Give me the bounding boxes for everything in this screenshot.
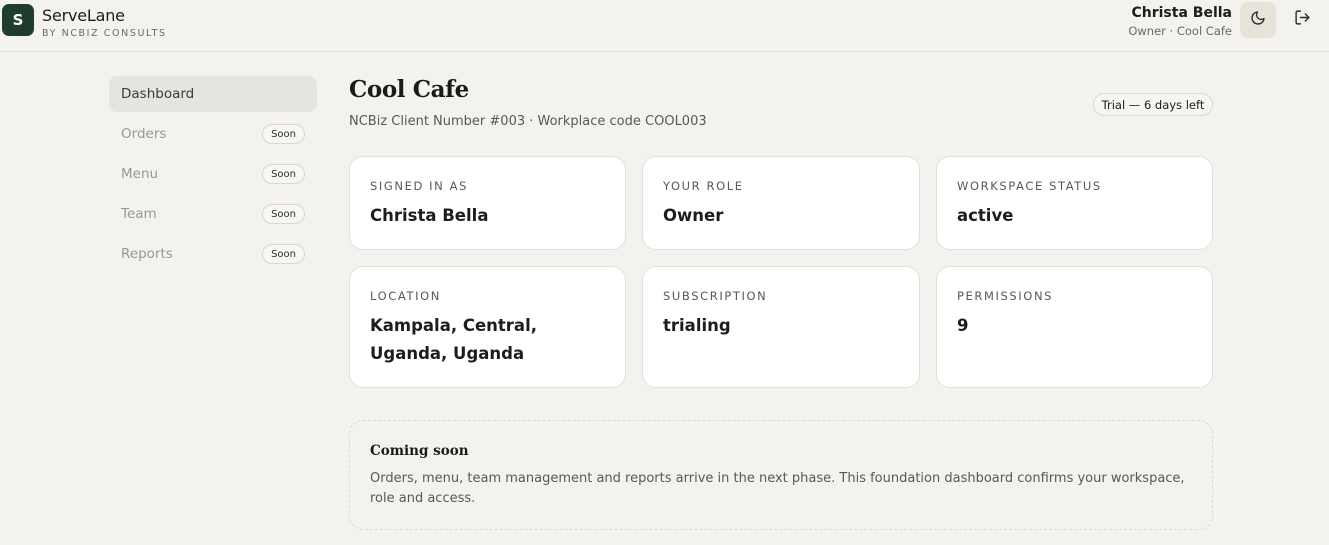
card-label: Subscription <box>663 289 768 303</box>
role-card: Your role Owner <box>642 156 920 250</box>
sidebar-item-label: Team <box>121 206 157 222</box>
sidebar-item-label: Menu <box>121 166 159 182</box>
sidebar-item-label: Reports <box>121 246 173 262</box>
user-name: Christa Bella <box>1131 5 1232 21</box>
soon-badge: Soon <box>262 244 305 264</box>
sidebar-item-label: Orders <box>121 126 167 142</box>
card-value: 9 <box>957 316 969 335</box>
card-value: trialing <box>663 316 731 335</box>
card-label: Location <box>370 289 441 303</box>
soon-badge: Soon <box>262 204 305 224</box>
card-value: Owner <box>663 206 724 225</box>
sidebar-item-reports[interactable]: Reports Soon <box>109 236 317 272</box>
moon-icon <box>1250 10 1266 31</box>
user-role: Owner · Cool Cafe <box>1128 24 1232 38</box>
soon-badge: Soon <box>262 164 305 184</box>
permissions-card: Permissions 9 <box>936 266 1213 388</box>
coming-soon-panel: Coming soon Orders, menu, team managemen… <box>349 420 1213 530</box>
coming-soon-text: Orders, menu, team management and report… <box>370 471 1185 506</box>
location-card: Location Kampala, Central, Uganda, Ugand… <box>349 266 626 388</box>
card-label: Signed in as <box>370 179 468 193</box>
trial-status-badge: Trial — 6 days left <box>1093 93 1213 116</box>
subscription-card: Subscription trialing <box>642 266 920 388</box>
sidebar-item-label: Dashboard <box>121 86 195 102</box>
signed-in-card: Signed in as Christa Bella <box>349 156 626 250</box>
sidebar-item-orders[interactable]: Orders Soon <box>109 116 317 152</box>
brand-name[interactable]: ServeLane <box>42 6 125 25</box>
top-bar: S ServeLane BY NCBIZ CONSULTS Christa Be… <box>0 0 1329 52</box>
soon-badge: Soon <box>262 124 305 144</box>
logout-button[interactable] <box>1286 4 1318 36</box>
sidebar-item-team[interactable]: Team Soon <box>109 196 317 232</box>
logout-icon <box>1294 9 1311 31</box>
card-label: Permissions <box>957 289 1054 303</box>
card-label: Your role <box>663 179 744 193</box>
card-value: active <box>957 206 1014 225</box>
page-title: Cool Cafe <box>349 76 469 103</box>
workspace-status-card: Workspace status active <box>936 156 1213 250</box>
sidebar-item-menu[interactable]: Menu Soon <box>109 156 317 192</box>
card-value: Kampala, Central, Uganda, Uganda <box>370 316 537 363</box>
coming-soon-title: Coming soon <box>370 443 469 459</box>
logo-mark[interactable]: S <box>2 4 34 36</box>
brand-subtitle: BY NCBIZ CONSULTS <box>42 28 167 39</box>
workspace-subtitle: NCBiz Client Number #003 · Workplace cod… <box>349 114 707 129</box>
sidebar-item-dashboard[interactable]: Dashboard <box>109 76 317 112</box>
sidebar: Dashboard Orders Soon Menu Soon Team Soo… <box>109 76 317 276</box>
card-label: Workspace status <box>957 179 1102 193</box>
theme-toggle-button[interactable] <box>1240 2 1276 38</box>
card-value: Christa Bella <box>370 206 489 225</box>
